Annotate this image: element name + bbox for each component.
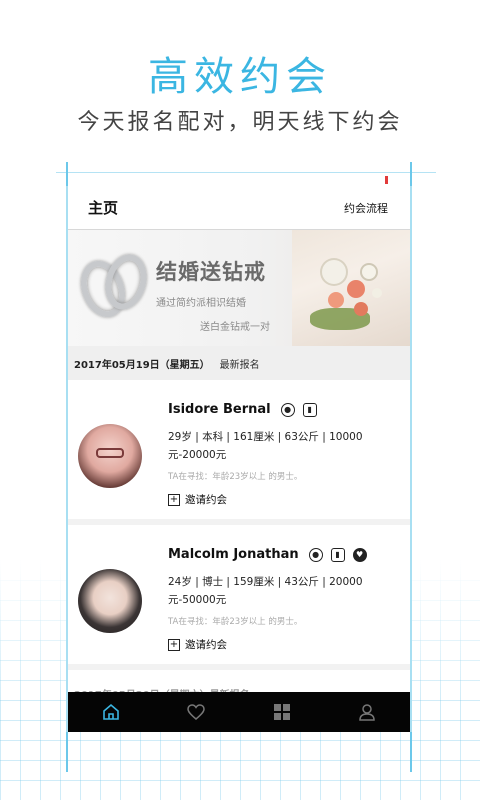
bookmark-icon: ▮ — [302, 402, 317, 417]
banner-line2: 送白金钻戒一对 — [200, 322, 270, 333]
dating-flow-link[interactable]: 约会流程 — [344, 200, 388, 216]
heart-filled-icon: ♥ — [352, 547, 367, 562]
date-label: 2017年05月19日（星期五） — [74, 359, 210, 371]
profile-info: 29岁 | 本科 | 161厘米 | 63公斤 | 10000元-20000元 — [168, 431, 363, 461]
banner-title: 结婚送钻戒 — [156, 260, 266, 284]
tab-profile[interactable] — [352, 697, 382, 727]
invite-date-button[interactable]: + 邀请约会 — [168, 492, 227, 507]
page-title: 主页 — [88, 199, 119, 217]
profile-card[interactable]: Isidore Bernal ● ▮ 29岁 | 本科 | 161厘米 | 63… — [68, 380, 410, 525]
profile-card[interactable]: Malcolm Jonathan ● ▮ ♥ 24岁 | 博士 | 159厘米 … — [68, 525, 410, 670]
promo-headline: 高效约会 — [148, 54, 332, 100]
date-header: 2017年05月19日（星期五） 最新报名 — [68, 346, 410, 380]
tab-likes[interactable] — [181, 697, 211, 727]
top-bar: 主页 约会流程 — [68, 186, 410, 230]
avatar[interactable] — [78, 424, 142, 488]
home-icon — [102, 703, 119, 720]
latest-signup-label: 最新报名 — [219, 359, 260, 371]
bottom-tab-bar — [68, 692, 410, 732]
banner-line1: 通过简约派相识结婚 — [156, 298, 246, 309]
invite-date-button[interactable]: + 邀请约会 — [168, 637, 227, 652]
promo-subline: 今天报名配对，明天线下约会 — [77, 110, 403, 135]
user-icon — [359, 704, 376, 721]
bride-bouquet-image — [292, 230, 410, 346]
frame-line — [56, 172, 436, 173]
grid-icon — [273, 704, 290, 720]
profile-seeking: TA在寻找：年龄23岁以上 的男士。 — [168, 472, 303, 482]
promo-banner[interactable]: 结婚送钻戒 通过简约派相识结婚 送白金钻戒一对 — [68, 230, 410, 346]
profile-name-row: Isidore Bernal ● ▮ — [168, 402, 317, 417]
avatar[interactable] — [78, 569, 142, 633]
profile-info: 24岁 | 博士 | 159厘米 | 43公斤 | 20000元-50000元 — [168, 576, 363, 606]
id-verified-icon: ● — [308, 547, 323, 562]
plus-icon: + — [168, 638, 180, 651]
profile-name: Malcolm Jonathan — [168, 547, 299, 562]
invite-label: 邀请约会 — [185, 639, 227, 651]
frame-line — [66, 162, 68, 188]
bookmark-icon: ▮ — [330, 547, 345, 562]
invite-label: 邀请约会 — [185, 494, 227, 506]
profile-name: Isidore Bernal — [168, 402, 271, 417]
profile-name-row: Malcolm Jonathan ● ▮ ♥ — [168, 547, 367, 562]
profile-seeking: TA在寻找：年龄23岁以上 的男士。 — [168, 617, 303, 627]
tab-discover[interactable] — [267, 697, 297, 727]
frame-line — [66, 732, 68, 772]
phone-screen: 主页 约会流程 结婚送钻戒 通过简约派相识结婚 送白金钻戒一对 2017年05月… — [66, 186, 412, 732]
tab-home[interactable] — [96, 697, 126, 727]
status-indicator — [385, 176, 388, 184]
plus-icon: + — [168, 493, 180, 506]
frame-line — [410, 162, 412, 188]
heart-icon — [187, 704, 206, 720]
id-verified-icon: ● — [280, 402, 295, 417]
frame-line — [410, 732, 412, 772]
